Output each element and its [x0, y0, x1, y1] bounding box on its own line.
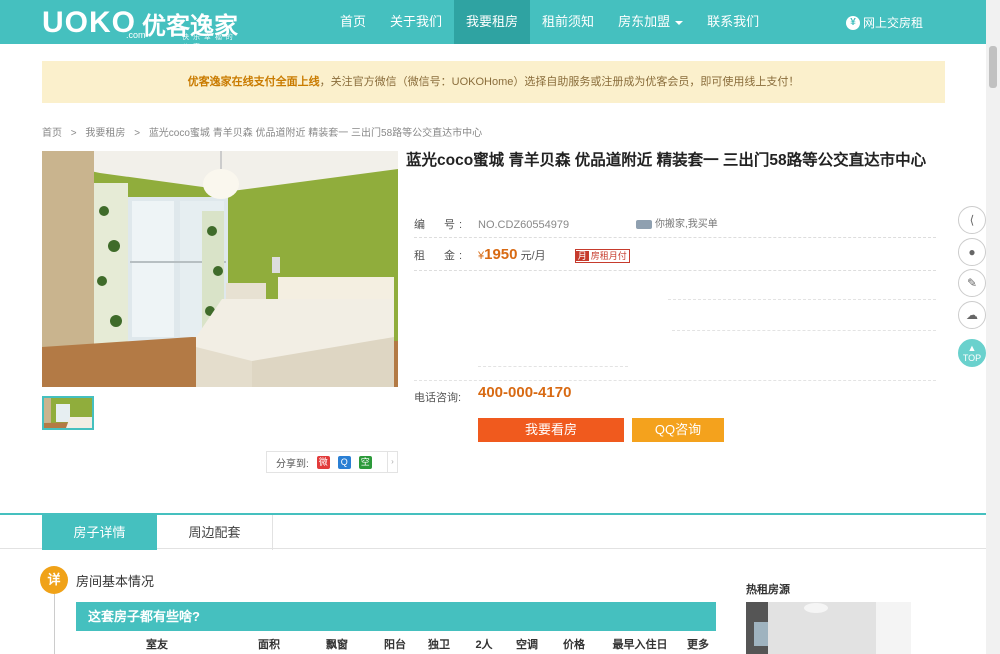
arrow-up-icon: ▲ [967, 343, 977, 353]
monthly-pay-badge: 月房租月付 [574, 249, 630, 264]
logo-latin: UOKO [42, 6, 136, 39]
nav-landlord[interactable]: 房东加盟 [606, 0, 695, 44]
chevron-down-icon [675, 20, 684, 25]
back-to-top-button[interactable]: ▲ TOP [958, 339, 986, 367]
room-photo[interactable] [42, 151, 398, 387]
divider [672, 330, 936, 331]
hot-listings-title: 热租房源 [746, 584, 790, 596]
notes-icon[interactable]: ✎ [958, 269, 986, 297]
qq-consult-button[interactable]: QQ咨询 [632, 418, 724, 442]
nav-rent[interactable]: 我要租房 [454, 0, 531, 44]
phone-number[interactable]: 400-000-4170 [478, 384, 571, 401]
phone-consult: 电话咨询: 400-000-4170 [414, 384, 571, 405]
amenities-header: 这套房子都有些啥? [76, 602, 716, 631]
weibo-icon[interactable]: 微 [316, 455, 330, 469]
section-title: 房间基本情况 [76, 573, 155, 589]
photo-thumbnail[interactable] [42, 396, 94, 430]
code-label: 编 号: [414, 219, 467, 231]
amenities-columns: 室友 面积 飘窗 阳台 独卫 2人 空调 价格 最早入住日 更多 [76, 636, 716, 652]
share-label: 分享到: [276, 458, 309, 470]
truck-icon [636, 219, 652, 229]
column-header: 独卫 [428, 639, 450, 651]
section-heading: 详 房间基本情况 [40, 566, 154, 594]
top-navbar: UOKO 优客逸家 .com 快 乐 幸 福 的 公 寓 首页 关于我们 我要租… [0, 0, 1000, 51]
logo-tagline: 快 乐 幸 福 的 公 寓 [182, 34, 234, 51]
timeline-line [54, 594, 55, 654]
online-rent-label: 网上交房租 [863, 16, 924, 30]
hot-listing-image [746, 602, 911, 654]
listing-title: 蓝光coco蜜城 青羊贝森 优品道附近 精装套一 三出门58路等公交直达市中心 [406, 152, 927, 169]
bedroom-image [42, 151, 398, 387]
notice-text: ，关注官方微信（微信号：UOKOHome）选择自助服务或注册成为优客会员，即可使… [319, 76, 800, 88]
share-more-button[interactable]: › [387, 452, 397, 472]
rent-price: 1950 [484, 246, 518, 263]
qq-icon[interactable]: ● [958, 238, 986, 266]
section-badge: 详 [40, 566, 68, 594]
nav-landlord-label: 房东加盟 [618, 14, 671, 29]
rent-label: 租 金: [414, 250, 467, 262]
breadcrumb: 首页 > 我要租房 > 蓝光coco蜜城 青羊贝森 优品道附近 精装套一 三出门… [42, 124, 488, 139]
listing-code: NO.CDZ60554979 [478, 219, 570, 231]
notice-bold: 优客逸家在线支付全面上线 [187, 76, 320, 88]
qzone-icon[interactable]: 空 [358, 455, 372, 469]
scrollbar[interactable] [986, 0, 1000, 654]
column-header: 面积 [258, 639, 280, 651]
tab-house-details[interactable]: 房子详情 [42, 515, 157, 550]
monthly-pay-label: 房租月付 [590, 251, 627, 262]
online-rent-link[interactable]: ¥ 网上交房租 [846, 14, 923, 31]
calendar-icon: 月 [575, 251, 589, 262]
column-header: 最早入住日 [612, 639, 668, 651]
share-bar: 分享到: 微 Q 空 › [266, 451, 398, 473]
uoko-logo[interactable]: UOKO 优客逸家 .com 快 乐 幸 福 的 公 寓 [42, 6, 238, 51]
listing-code-row: 编 号: NO.CDZ60554979 你搬家,我买单 [414, 214, 936, 238]
thumbnail-image [44, 398, 92, 428]
moving-offer-text: 你搬家,我买单 [655, 219, 718, 230]
divider [478, 366, 628, 367]
nav-about[interactable]: 关于我们 [378, 0, 454, 44]
divider [414, 380, 936, 381]
phone-label: 电话咨询: [414, 392, 462, 404]
notice-banner: 优客逸家在线支付全面上线，关注官方微信（微信号：UOKOHome）选择自助服务或… [42, 61, 945, 103]
breadcrumb-sep: > [134, 128, 141, 139]
breadcrumb-home[interactable]: 首页 [42, 128, 62, 139]
column-header: 室友 [146, 639, 168, 651]
column-header: 2人 [475, 639, 493, 651]
wechat-icon[interactable]: ☁ [958, 301, 986, 329]
qq-share-icon[interactable]: Q [337, 455, 351, 469]
column-header: 飘窗 [326, 639, 348, 651]
column-header: 更多 [687, 639, 709, 651]
logo-com: .com [126, 30, 146, 40]
column-header: 价格 [563, 639, 585, 651]
view-house-button[interactable]: 我要看房 [478, 418, 624, 442]
price-unit: 元/月 [520, 250, 546, 262]
breadcrumb-current: 蓝光coco蜜城 青羊贝森 优品道附近 精装套一 三出门58路等公交直达市中心 [148, 128, 483, 139]
scrollbar-thumb[interactable] [989, 46, 997, 88]
share-icon[interactable]: ⟨ [958, 206, 986, 234]
yen-icon: ¥ [846, 15, 860, 30]
main-nav: 首页 关于我们 我要租房 租前须知 房东加盟 联系我们 [328, 0, 771, 44]
nav-home[interactable]: 首页 [328, 0, 378, 44]
tab-nearby[interactable]: 周边配套 [157, 515, 273, 550]
detail-tabbar: 房子详情 周边配套 [0, 513, 986, 550]
moving-offer[interactable]: 你搬家,我买单 [636, 214, 718, 236]
column-header: 阳台 [384, 639, 406, 651]
nav-tips[interactable]: 租前须知 [530, 0, 606, 44]
top-label: TOP [962, 353, 982, 363]
breadcrumb-sep: > [70, 128, 77, 139]
divider [668, 299, 936, 300]
hot-listing-photo[interactable] [746, 602, 911, 654]
column-header: 空调 [516, 639, 538, 651]
listing-rent-row: 租 金: ¥1950 元/月 月房租月付 [414, 243, 936, 271]
breadcrumb-rent[interactable]: 我要租房 [85, 128, 125, 139]
nav-contact[interactable]: 联系我们 [695, 0, 771, 44]
